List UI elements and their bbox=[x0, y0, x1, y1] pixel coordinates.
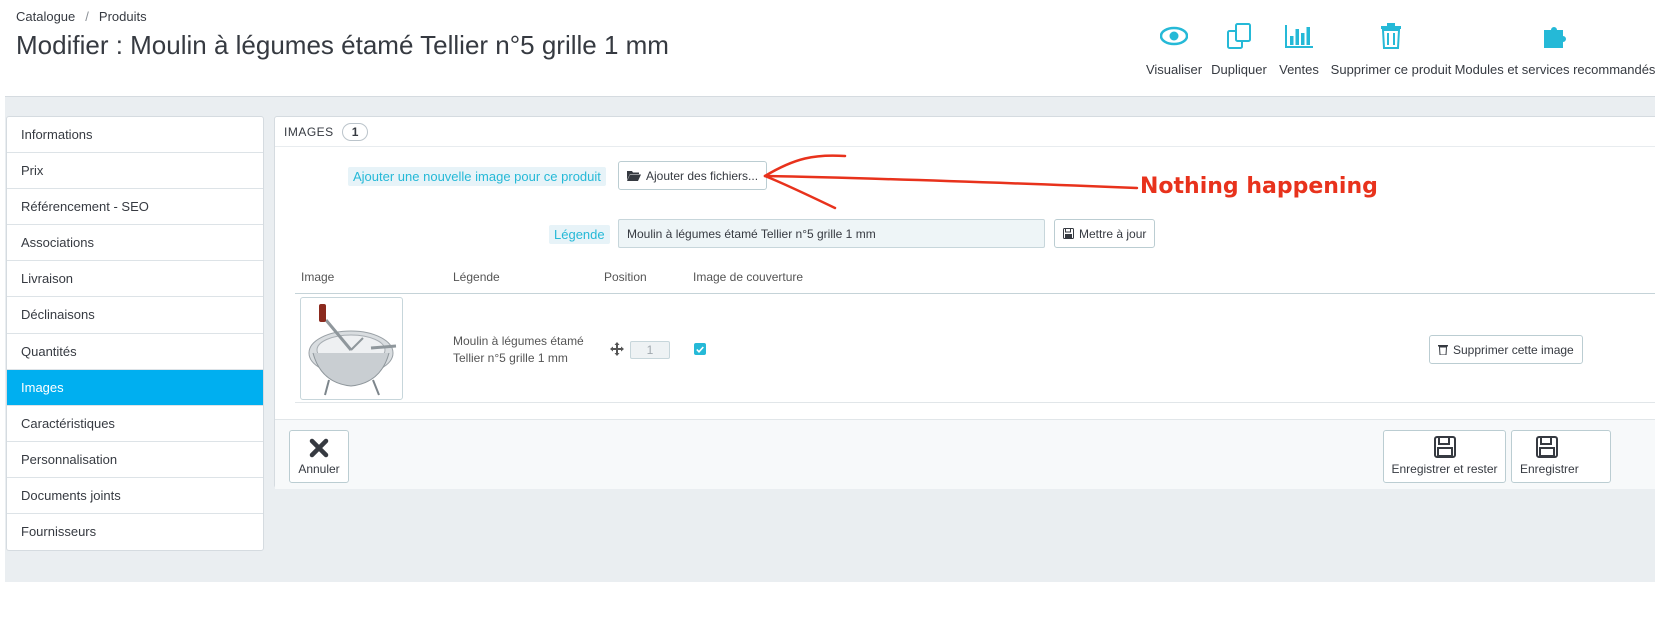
sidebar-item-livraison[interactable]: Livraison bbox=[7, 261, 263, 298]
visualize-label: Visualiser bbox=[1145, 62, 1203, 77]
sidebar-item-personnalisation[interactable]: Personnalisation bbox=[7, 442, 263, 478]
save-and-stay-label: Enregistrer et rester bbox=[1391, 462, 1498, 476]
cancel-button[interactable]: Annuler bbox=[289, 430, 349, 483]
update-label: Mettre à jour bbox=[1079, 226, 1147, 241]
col-header-cover: Image de couverture bbox=[693, 270, 804, 284]
position-input[interactable]: 1 bbox=[630, 341, 670, 359]
trash-icon bbox=[1375, 20, 1407, 52]
save-label: Enregistrer bbox=[1520, 462, 1579, 476]
legend-label: Légende bbox=[549, 225, 610, 244]
save-and-stay-button[interactable]: Enregistrer et rester bbox=[1383, 430, 1506, 483]
delete-image-label: Supprimer cette image bbox=[1453, 342, 1574, 357]
check-icon bbox=[696, 345, 704, 353]
col-header-image: Image bbox=[301, 270, 335, 284]
add-files-label: Ajouter des fichiers... bbox=[646, 168, 759, 183]
col-header-legend: Légende bbox=[453, 270, 500, 284]
product-image-thumbnail[interactable] bbox=[300, 297, 403, 400]
delete-product-button[interactable]: Supprimer ce produit bbox=[1327, 20, 1455, 80]
breadcrumb: Catalogue / Produits bbox=[16, 9, 147, 24]
sidebar-item-associations[interactable]: Associations bbox=[7, 225, 263, 262]
panel-header: Images 1 bbox=[275, 117, 1655, 147]
cover-image-checkbox[interactable] bbox=[694, 343, 706, 355]
breadcrumb-separator: / bbox=[85, 9, 89, 24]
save-icon bbox=[1536, 436, 1558, 458]
sales-button[interactable]: Ventes bbox=[1271, 20, 1327, 80]
cancel-label: Annuler bbox=[298, 462, 340, 476]
eye-icon bbox=[1158, 20, 1190, 52]
row-legend: Moulin à légumes étamé Tellier n°5 grill… bbox=[453, 334, 584, 365]
panel-footer: Annuler Enregistrer et rester Enregistre… bbox=[275, 419, 1655, 489]
sidebar-item-prix[interactable]: Prix bbox=[7, 153, 263, 190]
page-title: Modifier : Moulin à légumes étamé Tellie… bbox=[16, 30, 669, 60]
page-header: Catalogue / Produits Modifier : Moulin à… bbox=[0, 0, 1655, 100]
table-row-divider bbox=[295, 402, 1655, 403]
breadcrumb-produits[interactable]: Produits bbox=[99, 9, 147, 24]
recommended-modules-button[interactable]: Modules et services recommandés bbox=[1455, 20, 1655, 80]
product-tabs-sidebar: Informations Prix Référencement - SEO As… bbox=[6, 116, 264, 552]
close-icon bbox=[309, 438, 329, 458]
save-icon bbox=[1433, 436, 1456, 458]
copy-icon bbox=[1223, 20, 1255, 52]
delete-image-button[interactable]: Supprimer cette image bbox=[1429, 335, 1583, 364]
folder-open-icon bbox=[627, 171, 641, 181]
legend-input-value: Moulin à légumes étamé Tellier n°5 grill… bbox=[627, 226, 876, 241]
recommended-modules-label: Modules et services recommandés bbox=[1454, 62, 1655, 77]
annotation-text: Nothing happening bbox=[1140, 174, 1378, 199]
trash-icon bbox=[1438, 345, 1448, 355]
sidebar-item-images[interactable]: Images bbox=[7, 369, 263, 406]
table-header-divider bbox=[295, 293, 1655, 294]
move-icon[interactable] bbox=[610, 342, 624, 356]
add-files-button[interactable]: Ajouter des fichiers... bbox=[618, 161, 768, 190]
delete-product-label: Supprimer ce produit bbox=[1330, 62, 1452, 77]
sidebar-item-informations[interactable]: Informations bbox=[7, 117, 263, 154]
save-icon bbox=[1063, 228, 1074, 239]
image-count-badge: 1 bbox=[341, 122, 369, 141]
sidebar-item-declinaisons[interactable]: Déclinaisons bbox=[7, 297, 263, 334]
breadcrumb-catalogue[interactable]: Catalogue bbox=[16, 9, 75, 24]
add-image-label: Ajouter une nouvelle image pour ce produ… bbox=[348, 167, 606, 186]
toolbar: Visualiser Dupliquer Ventes Supprimer ce… bbox=[1141, 20, 1655, 80]
col-header-position: Position bbox=[604, 270, 647, 284]
sidebar-item-seo[interactable]: Référencement - SEO bbox=[7, 189, 263, 226]
legend-input[interactable]: Moulin à légumes étamé Tellier n°5 grill… bbox=[618, 219, 1045, 248]
save-button[interactable]: Enregistrer bbox=[1511, 430, 1611, 483]
visualize-button[interactable]: Visualiser bbox=[1141, 20, 1207, 80]
sidebar-item-caracteristiques[interactable]: Caractéristiques bbox=[7, 406, 263, 442]
duplicate-label: Dupliquer bbox=[1211, 62, 1267, 77]
bar-chart-icon bbox=[1283, 20, 1315, 52]
sidebar-item-documents-joints[interactable]: Documents joints bbox=[7, 478, 263, 515]
sales-label: Ventes bbox=[1279, 62, 1319, 77]
puzzle-icon bbox=[1539, 20, 1571, 52]
annotation-arrow bbox=[763, 154, 1139, 210]
update-button[interactable]: Mettre à jour bbox=[1054, 219, 1156, 248]
vegetable-mill-image bbox=[308, 304, 397, 396]
duplicate-button[interactable]: Dupliquer bbox=[1207, 20, 1271, 80]
sidebar-item-quantites[interactable]: Quantités bbox=[7, 334, 263, 370]
sidebar-item-fournisseurs[interactable]: Fournisseurs bbox=[7, 514, 263, 550]
panel-title: Images bbox=[284, 124, 334, 139]
